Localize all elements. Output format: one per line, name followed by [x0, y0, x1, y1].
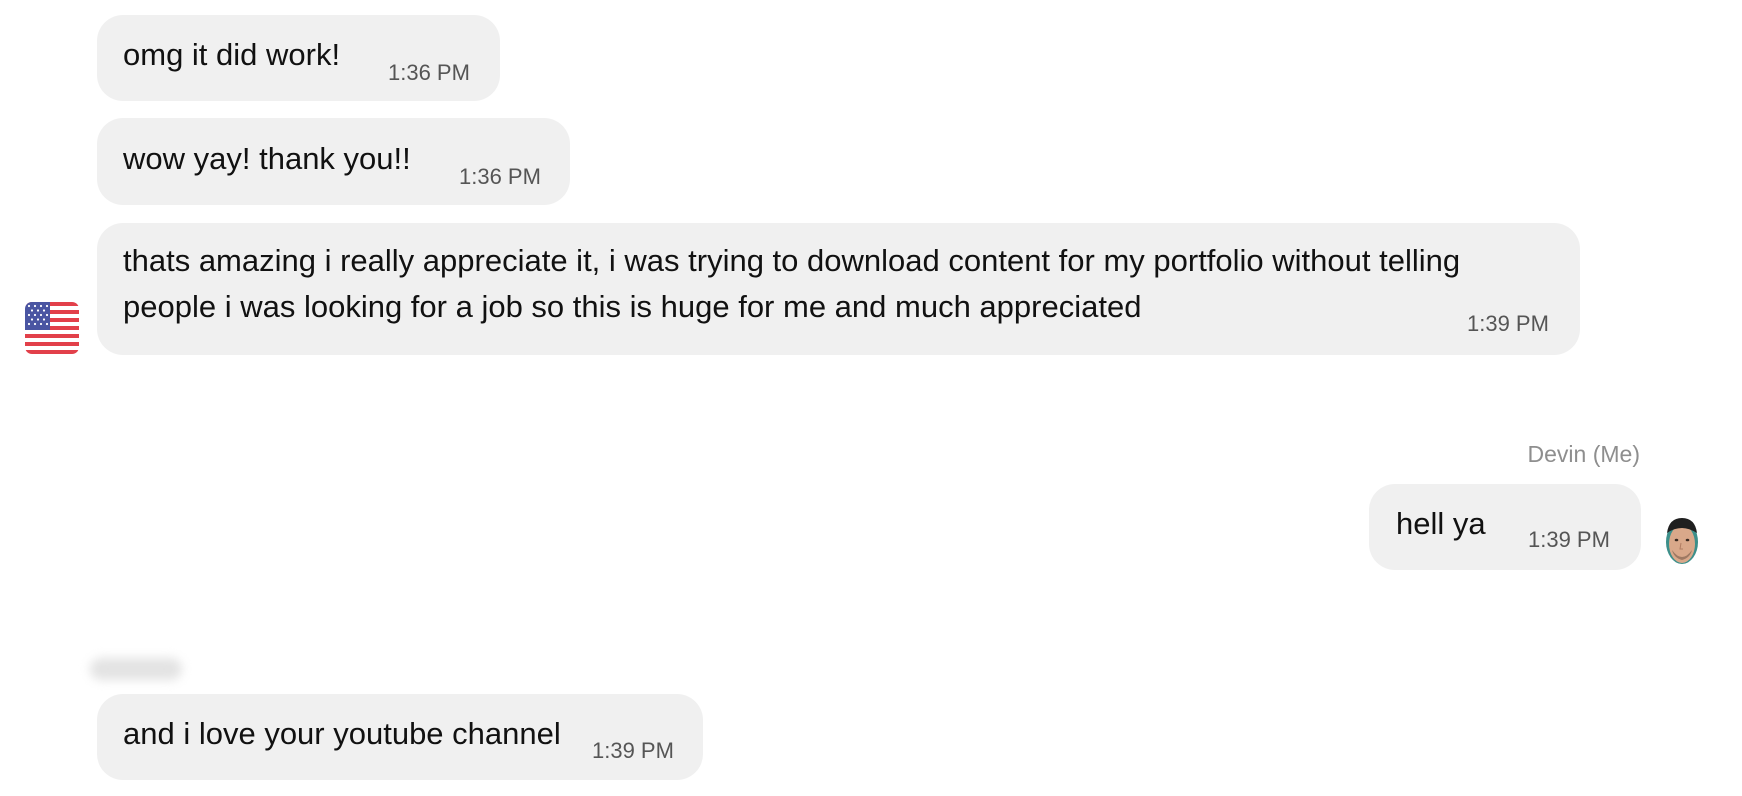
message-text: hell ya — [1396, 506, 1486, 541]
message-timestamp: 1:39 PM — [592, 738, 674, 763]
message-timestamp: 1:36 PM — [459, 164, 541, 189]
message-text: wow yay! thank you!! — [123, 141, 411, 176]
message-bubble-incoming: omg it did work! 1:36 PM — [97, 15, 500, 101]
user-avatar[interactable] — [1664, 514, 1700, 566]
message-bubble-outgoing: hell ya 1:39 PM — [1369, 484, 1641, 570]
message-text: and i love your youtube channel — [123, 716, 561, 751]
message-timestamp: 1:39 PM — [1467, 311, 1549, 336]
message-timestamp: 1:36 PM — [388, 60, 470, 85]
message-text: omg it did work! — [123, 37, 341, 72]
us-flag-icon — [25, 302, 79, 354]
message-bubble-incoming: thats amazing i really appreciate it, i … — [97, 223, 1580, 355]
redacted-sender-name — [90, 658, 182, 680]
message-bubble-incoming: and i love your youtube channel 1:39 PM — [97, 694, 703, 780]
message-timestamp: 1:39 PM — [1528, 527, 1610, 552]
message-bubble-incoming: wow yay! thank you!! 1:36 PM — [97, 118, 570, 205]
sender-name: Devin (Me) — [1527, 441, 1640, 467]
message-text: thats amazing i really appreciate it, i … — [123, 243, 1461, 324]
